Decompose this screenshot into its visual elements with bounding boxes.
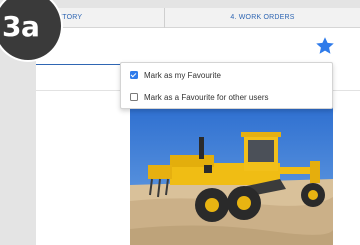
equipment-photo xyxy=(130,105,333,245)
menu-item-my-favourite[interactable]: Mark as my Favourite xyxy=(130,68,221,82)
menu-item-label: Mark as my Favourite xyxy=(144,70,221,80)
tab-bar: HISTORY 4. WORK ORDERS xyxy=(36,8,360,28)
menu-item-favourite-other-users[interactable]: Mark as a Favourite for other users xyxy=(130,90,269,104)
step-badge-label: 3a xyxy=(2,10,40,43)
star-icon[interactable] xyxy=(315,36,335,56)
checkbox-unchecked-icon[interactable] xyxy=(130,93,138,101)
active-section-underline xyxy=(36,64,126,65)
favourite-menu: Mark as my Favourite Mark as a Favourite… xyxy=(120,62,333,109)
asset-panel: HISTORY 4. WORK ORDERS xyxy=(36,8,360,245)
menu-item-label: Mark as a Favourite for other users xyxy=(144,92,269,102)
checkbox-checked-icon[interactable] xyxy=(130,71,138,79)
tab-work-orders[interactable]: 4. WORK ORDERS xyxy=(165,8,360,28)
